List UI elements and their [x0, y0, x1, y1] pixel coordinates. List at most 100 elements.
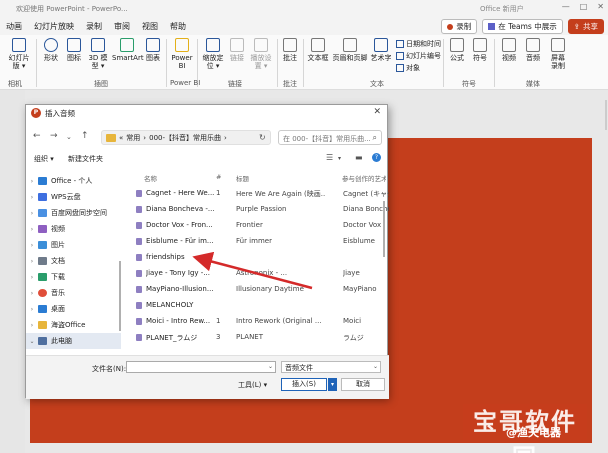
- chevron-down-icon[interactable]: ⌄: [268, 363, 273, 370]
- nav-item[interactable]: › 视频: [26, 221, 121, 237]
- breadcrumb-more[interactable]: «: [119, 134, 123, 142]
- new-folder-button[interactable]: 新建文件夹: [68, 154, 103, 164]
- reuse-slides-button[interactable]: 幻灯片 版 ▾: [6, 38, 32, 70]
- view-dropdown-icon[interactable]: ▾: [338, 155, 341, 162]
- close-button[interactable]: ✕: [597, 2, 604, 11]
- nav-item[interactable]: › 桌面: [26, 301, 121, 317]
- nav-item[interactable]: › 文档: [26, 253, 121, 269]
- menu-item-record[interactable]: 录制: [80, 21, 108, 32]
- dialog-title-bar: P 插入音频 ✕: [26, 105, 387, 121]
- nav-item[interactable]: › 音乐: [26, 285, 121, 301]
- filetype-select[interactable]: 音频文件 ⌄: [281, 361, 381, 373]
- file-row[interactable]: friendships: [126, 249, 382, 265]
- organize-button[interactable]: 组织 ▾: [34, 154, 54, 164]
- view-options-icon[interactable]: ☰: [326, 153, 333, 162]
- object-button[interactable]: 对象: [396, 63, 420, 73]
- column-title[interactable]: 标题: [236, 173, 249, 183]
- tools-button[interactable]: 工具(L) ▾: [238, 380, 267, 390]
- file-row[interactable]: Doctor Vox - Fron... Frontier Doctor Vox: [126, 217, 382, 233]
- nav-item[interactable]: › Office - 个人: [26, 173, 121, 189]
- file-row[interactable]: MELANCHOLY: [126, 297, 382, 313]
- chevron-right-icon[interactable]: ›: [26, 258, 38, 265]
- menu-item-view[interactable]: 视图: [136, 21, 164, 32]
- powerbi-button[interactable]: Power BI: [170, 38, 194, 70]
- share-button[interactable]: ⇪ 共享: [567, 19, 604, 34]
- record-button[interactable]: 录制: [441, 19, 478, 34]
- insert-dropdown-icon[interactable]: ▾: [328, 378, 337, 391]
- nav-item-selected[interactable]: ⌄ 此电脑: [26, 333, 121, 349]
- icons-button[interactable]: 图标: [64, 38, 84, 62]
- nav-item[interactable]: › 百度网盘同步空间: [26, 205, 121, 221]
- zoom-button[interactable]: 缩放定 位 ▾: [200, 38, 226, 70]
- file-row[interactable]: MayPiano-Illusion... Illusionary Daytime M…: [126, 281, 382, 297]
- chevron-right-icon[interactable]: ›: [26, 178, 38, 185]
- file-row[interactable]: Eisblume - Für im... Für immer Eisblume: [126, 233, 382, 249]
- vertical-scrollbar[interactable]: [605, 100, 607, 130]
- up-arrow-icon[interactable]: ↑: [81, 131, 89, 141]
- equation-button[interactable]: 公式: [446, 38, 468, 62]
- menu-item-slideshow[interactable]: 幻灯片放映: [28, 21, 80, 32]
- file-row[interactable]: Cagnet - Here We... 1 Here We Are Again (映…: [126, 185, 389, 201]
- chevron-right-icon[interactable]: ›: [26, 210, 38, 217]
- chevron-right-icon[interactable]: ›: [26, 226, 38, 233]
- minimize-button[interactable]: —: [562, 2, 570, 11]
- chevron-right-icon[interactable]: ›: [26, 322, 38, 329]
- nav-item[interactable]: › WPS云盘: [26, 189, 121, 205]
- help-icon[interactable]: ?: [372, 153, 381, 162]
- preview-pane-icon[interactable]: ▬: [355, 153, 363, 162]
- forward-arrow-icon[interactable]: →: [50, 131, 58, 141]
- filename-input[interactable]: ⌄: [126, 361, 276, 373]
- refresh-icon[interactable]: ↻: [259, 133, 266, 142]
- file-row[interactable]: Diana Boncheva -... Purple Passion Diana B…: [126, 201, 389, 217]
- slide-thumbnail-pane[interactable]: [0, 90, 25, 453]
- chevron-right-icon[interactable]: ›: [26, 306, 38, 313]
- nav-item[interactable]: › 下载: [26, 269, 121, 285]
- chevron-down-icon[interactable]: ⌄: [26, 338, 38, 345]
- smartart-button[interactable]: SmartArt: [112, 38, 144, 62]
- header-footer-button[interactable]: 页眉和页脚: [332, 38, 368, 62]
- chevron-right-icon[interactable]: ›: [26, 242, 38, 249]
- slide-number-button[interactable]: 幻灯片编号: [396, 51, 441, 61]
- chevron-right-icon[interactable]: ›: [26, 290, 38, 297]
- textbox-button[interactable]: 文本框: [306, 38, 330, 62]
- file-row[interactable]: Moici - Intro Rew... 1 Intro Rework (Origi…: [126, 313, 382, 329]
- model-3d-button[interactable]: 3D 模 型 ▾: [86, 38, 110, 70]
- menu-item-animation[interactable]: 动画: [0, 21, 28, 32]
- file-row[interactable]: Jiaye - Tony Igy -... Astrononix - ... Jia…: [126, 265, 382, 281]
- nav-scrollbar[interactable]: [119, 261, 121, 331]
- comment-button[interactable]: 批注: [280, 38, 300, 62]
- insert-button[interactable]: 插入(S): [281, 378, 327, 391]
- datetime-button[interactable]: 日期和时间: [396, 39, 441, 49]
- menu-item-help[interactable]: 帮助: [164, 21, 192, 32]
- breadcrumb-item[interactable]: 常用: [126, 133, 140, 143]
- screen-recording-button[interactable]: 屏幕 录制: [546, 38, 570, 70]
- column-artist[interactable]: 参与创作的艺术家: [342, 173, 386, 183]
- cancel-button[interactable]: 取消: [341, 378, 385, 391]
- back-arrow-icon[interactable]: ←: [33, 131, 41, 141]
- shapes-button[interactable]: 形状: [40, 38, 62, 62]
- maximize-button[interactable]: □: [580, 2, 588, 11]
- chevron-right-icon[interactable]: ›: [26, 194, 38, 201]
- chevron-right-icon[interactable]: ›: [26, 274, 38, 281]
- teams-present-button[interactable]: 在 Teams 中展示: [482, 19, 563, 34]
- dialog-close-icon[interactable]: ✕: [373, 107, 381, 117]
- link-button[interactable]: 链接: [228, 38, 246, 62]
- symbol-button[interactable]: 符号: [470, 38, 490, 62]
- video-button[interactable]: 视频: [498, 38, 520, 62]
- menu-item-review[interactable]: 审阅: [108, 21, 136, 32]
- action-button[interactable]: 播放设 置 ▾: [248, 38, 274, 70]
- wordart-button[interactable]: 艺术字: [370, 38, 392, 62]
- column-name[interactable]: 名称: [144, 173, 157, 183]
- nav-item[interactable]: › 海盗Office: [26, 317, 121, 333]
- breadcrumb-item[interactable]: 000-【抖音】常用乐曲: [149, 133, 221, 143]
- nav-item[interactable]: › 图片: [26, 237, 121, 253]
- chart-button[interactable]: 图表: [143, 38, 163, 62]
- audio-button[interactable]: 音频: [522, 38, 544, 62]
- address-bar[interactable]: « 常用 › 000-【抖音】常用乐曲 ›: [101, 130, 271, 145]
- file-list-scrollbar[interactable]: [383, 201, 385, 257]
- search-input[interactable]: 在 000-【抖音】常用乐曲... ⌕: [278, 130, 382, 145]
- file-row[interactable]: PLANET_ラムジ 3 PLANET ラムジ: [126, 329, 382, 345]
- account-name[interactable]: Office 新用户: [480, 4, 524, 14]
- column-number[interactable]: #: [216, 173, 221, 181]
- recent-locations-icon[interactable]: ⌄: [66, 133, 72, 141]
